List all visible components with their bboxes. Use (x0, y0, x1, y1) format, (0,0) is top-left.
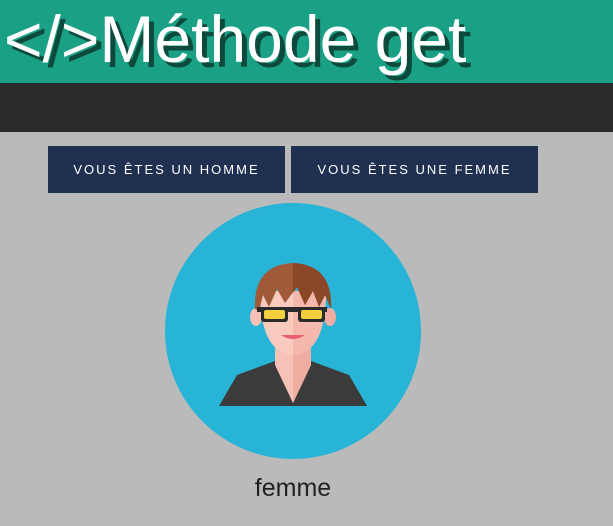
homme-button[interactable]: VOUS ÊTES UN HOMME (48, 146, 285, 193)
result-label: femme (254, 474, 332, 502)
page-title: </>Méthode get (4, 2, 467, 76)
woman-avatar-icon (165, 203, 421, 459)
femme-button[interactable]: VOUS ÊTES UNE FEMME (291, 146, 538, 193)
navbar (0, 83, 613, 132)
avatar (165, 203, 421, 459)
page-header: </>Méthode get (0, 0, 613, 83)
